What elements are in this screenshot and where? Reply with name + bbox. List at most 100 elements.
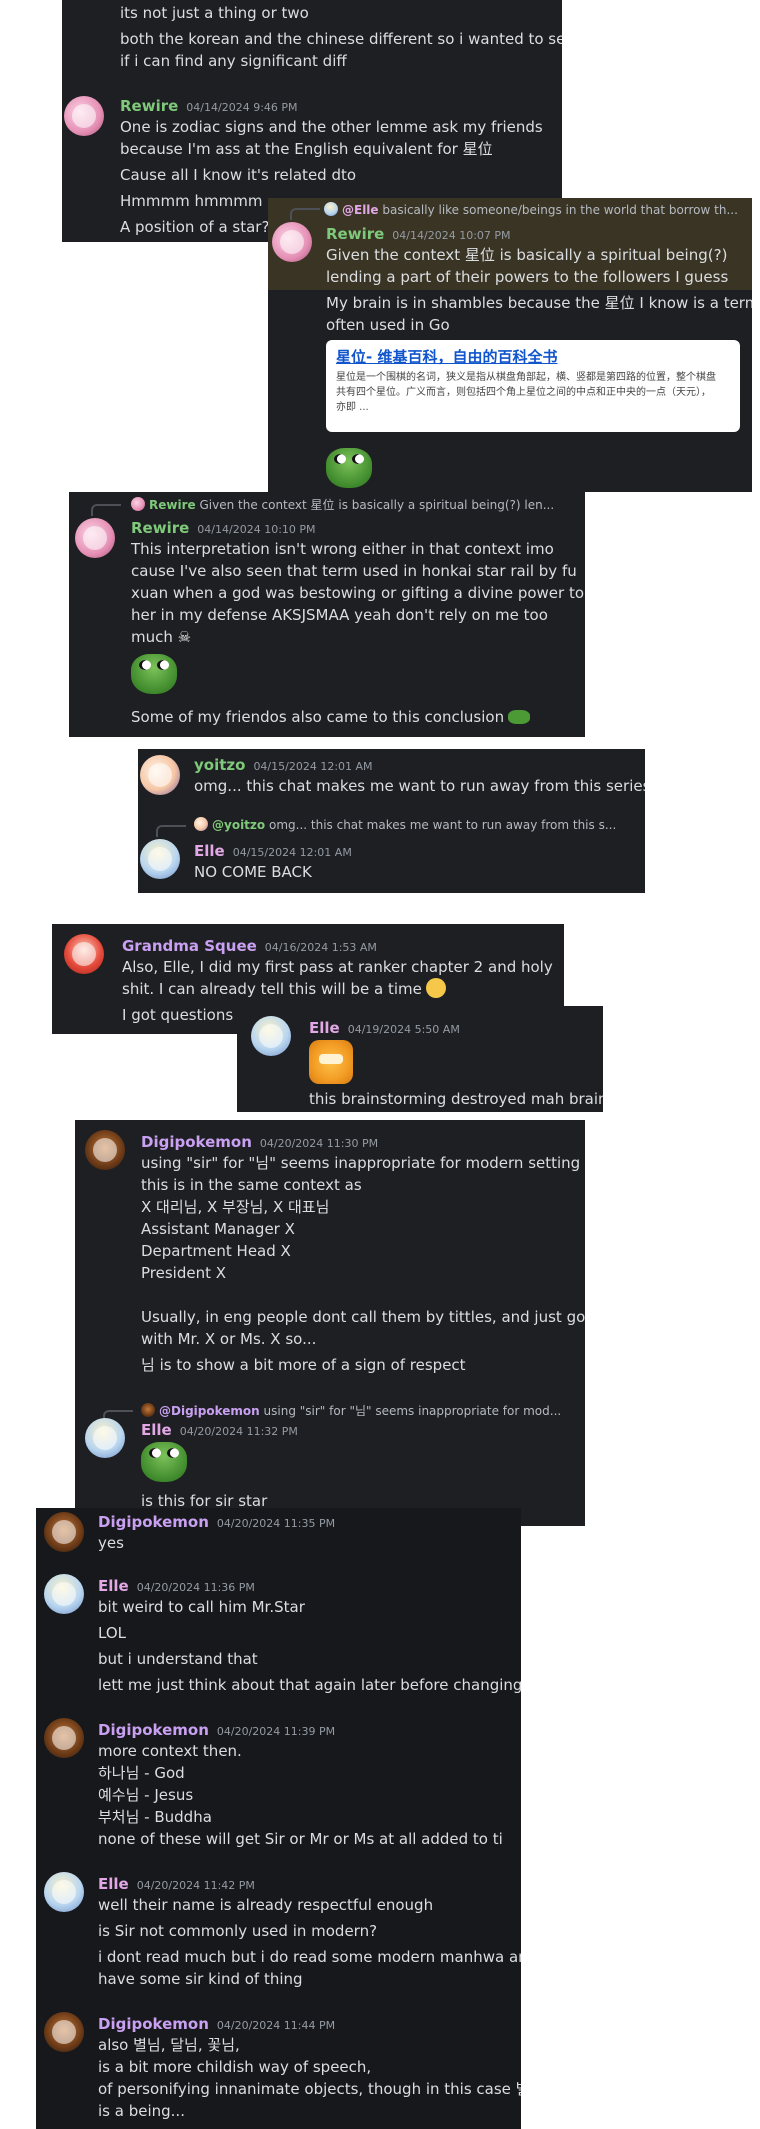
timestamp: 04/20/2024 11:30 PM xyxy=(259,1137,379,1150)
message-line: My brain is in shambles because the 星位 I… xyxy=(326,294,752,312)
avatar[interactable] xyxy=(44,1718,84,1758)
message-line: 예수님 - Jesus xyxy=(98,1786,194,1804)
message-line: is Sir not commonly used in modern? xyxy=(98,1922,378,1940)
message-header: Grandma Squee 04/16/2024 1:53 AM xyxy=(122,936,377,955)
avatar[interactable] xyxy=(44,1512,84,1552)
reply-author: @Digipokemon xyxy=(159,1404,260,1418)
avatar[interactable] xyxy=(85,1130,125,1170)
message-line: Assistant Manager X xyxy=(141,1220,295,1238)
message-line: Cause all I know it's related dto xyxy=(120,166,357,184)
message-header: Rewire 04/14/2024 10:07 PM xyxy=(326,224,511,243)
author-name[interactable]: Digipokemon xyxy=(98,2015,209,2033)
avatar[interactable] xyxy=(85,1418,125,1458)
author-name[interactable]: Elle xyxy=(194,842,225,860)
message-line: yes xyxy=(98,1534,124,1552)
author-name[interactable]: Elle xyxy=(98,1577,129,1595)
message-header: Digipokemon 04/20/2024 11:39 PM xyxy=(98,1720,335,1739)
message-line: its not just a thing or two xyxy=(120,4,309,22)
message-line: President X xyxy=(141,1264,227,1282)
reply-connector xyxy=(290,208,320,220)
chat-screenshot-6: Elle 04/19/2024 5:50 AM this brainstormin… xyxy=(237,1006,603,1112)
message-line: i dont read much but i do read some mode… xyxy=(98,1948,521,1966)
message-line: this is in the same context as xyxy=(141,1176,362,1194)
author-name[interactable]: Elle xyxy=(141,1421,172,1439)
author-name[interactable]: Digipokemon xyxy=(98,1721,209,1739)
avatar[interactable] xyxy=(272,222,312,262)
avatar[interactable] xyxy=(44,2012,84,2052)
chat-screenshot-7: Digipokemon 04/20/2024 11:30 PM using "si… xyxy=(75,1120,585,1526)
avatar[interactable] xyxy=(140,755,180,795)
message-line: 하나님 - God xyxy=(98,1764,185,1782)
avatar[interactable] xyxy=(75,518,115,558)
avatar[interactable] xyxy=(64,934,104,974)
message-line: but i understand that xyxy=(98,1650,258,1668)
timestamp: 04/15/2024 12:01 AM xyxy=(253,760,373,773)
message-line: NO COME BACK xyxy=(194,863,312,881)
author-name[interactable]: Rewire xyxy=(326,225,384,243)
message-line: Department Head X xyxy=(141,1242,291,1260)
author-name[interactable]: Grandma Squee xyxy=(122,937,257,955)
avatar[interactable] xyxy=(64,96,104,136)
reply-preview[interactable]: Rewire Given the context 星位 is basically… xyxy=(131,496,577,513)
avatar[interactable] xyxy=(140,839,180,879)
pepe-frog-emoji[interactable] xyxy=(141,1442,187,1482)
message-header: Elle 04/19/2024 5:50 AM xyxy=(309,1018,460,1037)
reply-text: Given the context 星位 is basically a spir… xyxy=(199,498,555,512)
author-name[interactable]: Elle xyxy=(98,1875,129,1893)
avatar[interactable] xyxy=(44,1872,84,1912)
avatar xyxy=(324,202,338,216)
reply-text: omg... this chat makes me want to run aw… xyxy=(268,818,617,832)
author-name[interactable]: Rewire xyxy=(131,519,189,537)
pepe-frog-emoji[interactable] xyxy=(131,654,177,694)
message-text: shit. I can already tell this will be a … xyxy=(122,980,422,998)
chat-screenshot-4: yoitzo 04/15/2024 12:01 AM omg... this ch… xyxy=(138,749,645,893)
message-line: Also, Elle, I did my first pass at ranke… xyxy=(122,958,553,976)
timestamp: 04/14/2024 10:10 PM xyxy=(197,523,316,536)
embed-desc-line: 亦即 ... xyxy=(336,402,369,413)
reply-connector xyxy=(156,825,186,837)
message-line: xuan when a god was bestowing or gifting… xyxy=(131,584,585,602)
avatar[interactable] xyxy=(44,1574,84,1614)
message-line: have some sir kind of thing xyxy=(98,1970,303,1988)
message-line: is a bit more childish way of speech, xyxy=(98,2058,372,2076)
reply-author: @yoitzo xyxy=(212,818,266,832)
message-line: I got questions xyxy=(122,1006,234,1024)
link-embed[interactable]: 星位- 维基百科，自由的百科全书 星位是一个围棋的名词，狭义是指从棋盘角部起，横… xyxy=(326,340,740,432)
author-name[interactable]: Rewire xyxy=(120,97,178,115)
author-name[interactable]: Elle xyxy=(309,1019,340,1037)
message-line: X 대리님, X 부장님, X 대표님 xyxy=(141,1198,330,1216)
timestamp: 04/19/2024 5:50 AM xyxy=(347,1023,460,1036)
message-line: also 별님, 달님, 꽃님, xyxy=(98,2036,240,2054)
message-line: LOL xyxy=(98,1624,126,1642)
timestamp: 04/20/2024 11:35 PM xyxy=(216,1517,336,1530)
avatar xyxy=(131,497,145,511)
message-line: often used in Go xyxy=(326,316,450,334)
message-line: her in my defense AKSJSMAA yeah don't re… xyxy=(131,606,548,624)
reply-preview[interactable]: @yoitzo omg... this chat makes me want t… xyxy=(194,817,634,832)
author-name[interactable]: Digipokemon xyxy=(141,1133,252,1151)
message-line: 님 is to show a bit more of a sign of res… xyxy=(141,1356,466,1374)
skull-emoji[interactable]: ☠ xyxy=(178,626,191,648)
message-line: omg... this chat makes me want to run aw… xyxy=(194,777,645,795)
message-line: is a being... xyxy=(98,2102,185,2120)
avatar[interactable] xyxy=(251,1016,291,1056)
message-line: bit weird to call him Mr.Star xyxy=(98,1598,305,1616)
message-header: Elle 04/20/2024 11:42 PM xyxy=(98,1874,255,1893)
laughing-emoji[interactable] xyxy=(425,978,446,998)
message-line: much ☠ xyxy=(131,626,191,648)
embed-title-link[interactable]: 星位- 维基百科，自由的百科全书 xyxy=(336,346,557,367)
message-line: A position of a star? xyxy=(120,218,270,236)
pepe-frog-emoji[interactable] xyxy=(326,448,372,488)
message-line: none of these will get Sir or Mr or Ms a… xyxy=(98,1830,503,1848)
reply-text: using "sir" for "님" seems inappropriate … xyxy=(263,1404,562,1418)
reply-preview[interactable]: @Digipokemon using "sir" for "님" seems i… xyxy=(141,1402,581,1419)
message-header: Elle 04/20/2024 11:32 PM xyxy=(141,1420,298,1439)
timestamp: 04/20/2024 11:42 PM xyxy=(136,1879,255,1892)
frog-emoji[interactable] xyxy=(508,710,531,724)
reply-preview[interactable]: @Elle basically like someone/beings in t… xyxy=(324,202,744,217)
author-name[interactable]: yoitzo xyxy=(194,756,245,774)
sticker-emoji[interactable] xyxy=(309,1040,353,1084)
author-name[interactable]: Digipokemon xyxy=(98,1513,209,1531)
message-line: This interpretation isn't wrong either i… xyxy=(131,540,554,558)
message-header: Elle 04/15/2024 12:01 AM xyxy=(194,841,352,860)
